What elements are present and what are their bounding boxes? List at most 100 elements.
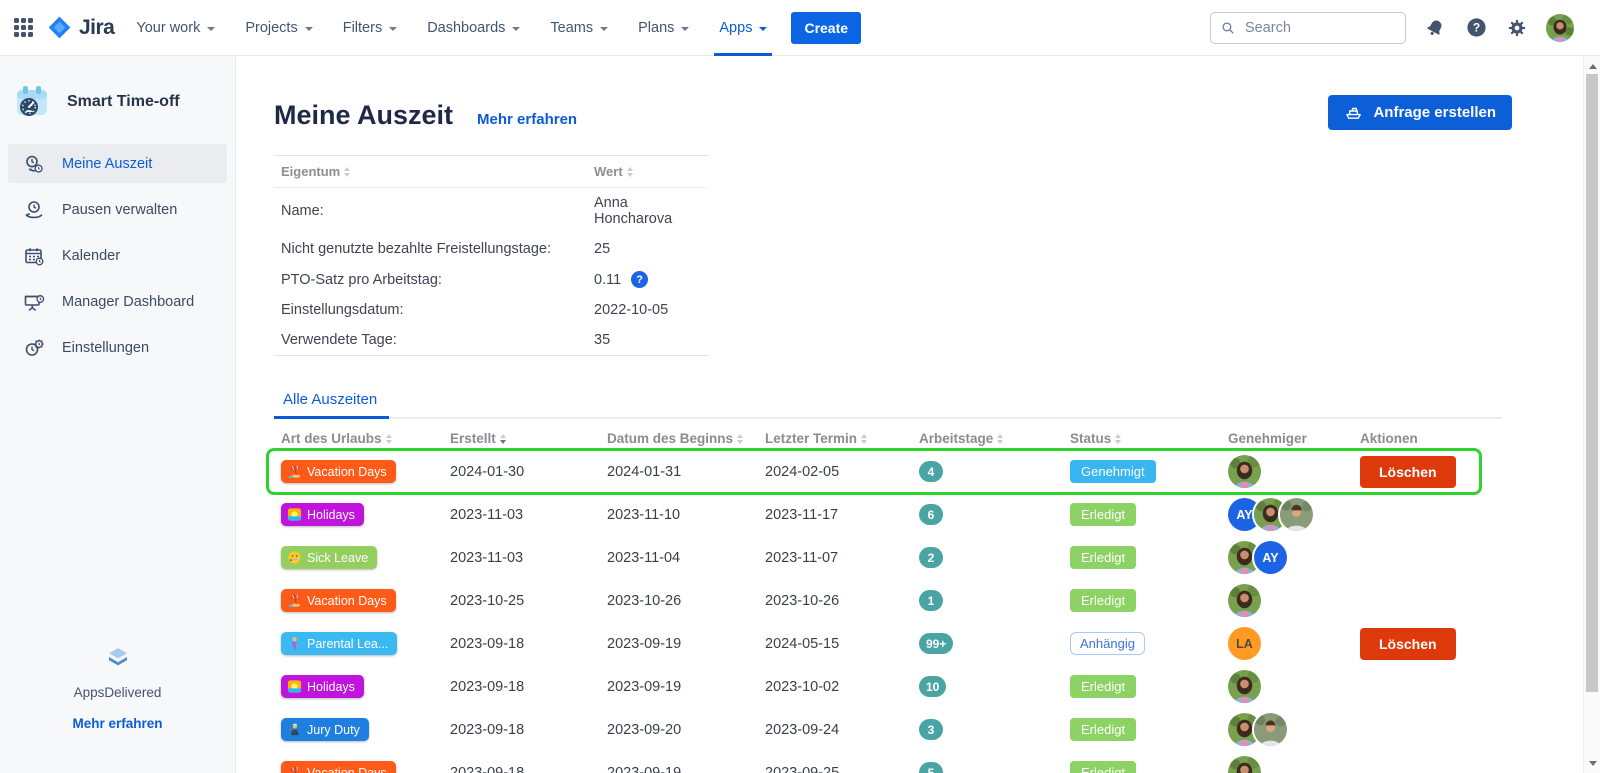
nav-item-projects[interactable]: Projects bbox=[245, 0, 312, 56]
nav-item-plans[interactable]: Plans bbox=[638, 0, 689, 56]
gear-icon[interactable] bbox=[1505, 16, 1529, 40]
help-icon[interactable]: ? bbox=[1464, 16, 1488, 40]
workdays-badge: 3 bbox=[919, 719, 943, 740]
leave-type-badge[interactable]: Vacation Days bbox=[281, 460, 396, 483]
sort-icon[interactable] bbox=[627, 167, 633, 177]
sidebar-item-label: Einstellungen bbox=[62, 340, 149, 356]
jira-logo-icon bbox=[47, 15, 72, 40]
calendar-clock-icon bbox=[22, 244, 45, 267]
sort-icon[interactable] bbox=[997, 434, 1003, 444]
leave-type-badge[interactable]: Holidays bbox=[281, 503, 364, 526]
sort-icon[interactable] bbox=[1115, 434, 1121, 444]
tab-bar: Alle Auszeiten bbox=[274, 386, 1502, 419]
column-header-datum-des-beginns[interactable]: Datum des Beginns bbox=[607, 431, 765, 446]
end-date-cell: 2023-09-25 bbox=[765, 765, 919, 773]
nav-item-teams[interactable]: Teams bbox=[550, 0, 608, 56]
main-content: Meine Auszeit Mehr erfahren Anfrage erst… bbox=[236, 56, 1600, 773]
create-request-button[interactable]: Anfrage erstellen bbox=[1328, 95, 1512, 130]
sidebar-item-meine-auszeit[interactable]: Meine Auszeit bbox=[8, 144, 227, 183]
nav-item-apps[interactable]: Apps bbox=[719, 0, 767, 56]
sort-icon[interactable] bbox=[344, 167, 350, 177]
sidebar-item-kalender[interactable]: Kalender bbox=[8, 236, 227, 275]
jira-logo[interactable]: Jira bbox=[47, 15, 114, 40]
pto-help-icon[interactable]: ? bbox=[631, 271, 648, 288]
chevron-down-icon bbox=[389, 27, 397, 31]
property-row: Nicht genutzte bezahlte Freistellungstag… bbox=[274, 234, 708, 264]
learn-more-link[interactable]: Mehr erfahren bbox=[477, 111, 577, 128]
sort-icon[interactable] bbox=[386, 434, 392, 444]
approver-avatars: AY bbox=[1228, 498, 1360, 531]
sort-icon[interactable] bbox=[500, 434, 506, 444]
table-row: Vacation Days 2023-09-18 2023-09-19 2023… bbox=[274, 751, 1502, 773]
chevron-down-icon bbox=[681, 27, 689, 31]
nav-item-your-work[interactable]: Your work bbox=[136, 0, 215, 56]
scrollbar-up-arrow[interactable] bbox=[1584, 58, 1600, 74]
status-badge: Erledigt bbox=[1070, 589, 1136, 612]
notifications-bell-icon[interactable] bbox=[1423, 16, 1447, 40]
workdays-badge: 99+ bbox=[919, 633, 953, 654]
avatar-photo[interactable] bbox=[1228, 584, 1261, 617]
leave-type-badge[interactable]: Jury Duty bbox=[281, 718, 369, 741]
leave-type-badge[interactable]: Holidays bbox=[281, 675, 364, 698]
start-date-cell: 2023-11-04 bbox=[607, 550, 765, 566]
search-input[interactable] bbox=[1243, 19, 1395, 37]
sidebar-learn-more-link[interactable]: Mehr erfahren bbox=[72, 716, 162, 731]
nav-item-dashboards[interactable]: Dashboards bbox=[427, 0, 520, 56]
properties-header-wert[interactable]: Wert bbox=[594, 164, 708, 179]
end-date-cell: 2024-02-05 bbox=[765, 464, 919, 480]
column-header-erstellt[interactable]: Erstellt bbox=[450, 431, 607, 446]
approver-avatars bbox=[1228, 756, 1360, 773]
leave-type-badge[interactable]: Parental Lea... bbox=[281, 632, 397, 655]
hand-clock-icon bbox=[22, 198, 45, 221]
column-header-arbeitstage[interactable]: Arbeitstage bbox=[919, 431, 1070, 446]
properties-table: Eigentum Wert Name: Anna Honcharova Nich… bbox=[274, 155, 708, 356]
user-avatar[interactable] bbox=[1546, 14, 1574, 42]
avatar-photo[interactable] bbox=[1228, 756, 1261, 773]
column-header-art-des-urlaubs[interactable]: Art des Urlaubs bbox=[281, 431, 450, 446]
sort-icon[interactable] bbox=[861, 434, 867, 444]
property-label: Nicht genutzte bezahlte Freistellungstag… bbox=[281, 241, 594, 257]
app-grid-icon[interactable] bbox=[14, 18, 33, 37]
avatar-photo[interactable] bbox=[1228, 455, 1261, 488]
property-label: Verwendete Tage: bbox=[281, 332, 594, 348]
tab-alle-auszeiten[interactable]: Alle Auszeiten bbox=[274, 386, 389, 419]
time-exchange-icon bbox=[22, 152, 45, 175]
avatar-initials[interactable]: LA bbox=[1228, 627, 1261, 660]
scrollbar-thumb[interactable] bbox=[1586, 74, 1598, 692]
status-badge: Erledigt bbox=[1070, 546, 1136, 569]
avatar-photo[interactable] bbox=[1228, 670, 1261, 703]
table-row: Holidays 2023-11-03 2023-11-10 2023-11-1… bbox=[274, 493, 1502, 536]
column-header-status[interactable]: Status bbox=[1070, 431, 1228, 446]
sort-icon[interactable] bbox=[737, 434, 743, 444]
created-cell: 2023-09-18 bbox=[450, 765, 607, 773]
appsdelivered-icon bbox=[105, 645, 131, 671]
create-button[interactable]: Create bbox=[791, 12, 861, 44]
settings-clocks-icon bbox=[22, 336, 45, 359]
delete-button[interactable]: Löschen bbox=[1360, 456, 1456, 488]
leave-type-badge[interactable]: Vacation Days bbox=[281, 761, 396, 773]
sidebar-item-pausen-verwalten[interactable]: Pausen verwalten bbox=[8, 190, 227, 229]
end-date-cell: 2024-05-15 bbox=[765, 636, 919, 652]
leave-type-badge[interactable]: Sick Leave bbox=[281, 546, 377, 569]
table-row: Vacation Days 2024-01-30 2024-01-31 2024… bbox=[274, 450, 1502, 493]
delete-button[interactable]: Löschen bbox=[1360, 628, 1456, 660]
vertical-scrollbar[interactable] bbox=[1583, 56, 1600, 773]
column-header-letzter-termin[interactable]: Letzter Termin bbox=[765, 431, 919, 446]
sidebar-item-manager-dashboard[interactable]: Manager Dashboard bbox=[8, 282, 227, 321]
properties-header-eigentum[interactable]: Eigentum bbox=[281, 164, 594, 179]
nav-menu: Your work Projects Filters Dashboards Te… bbox=[136, 0, 767, 56]
nav-item-filters[interactable]: Filters bbox=[343, 0, 397, 56]
table-row: Jury Duty 2023-09-18 2023-09-20 2023-09-… bbox=[274, 708, 1502, 751]
avatar-initials[interactable]: AY bbox=[1254, 541, 1287, 574]
leave-type-badge[interactable]: Vacation Days bbox=[281, 589, 396, 612]
scrollbar-down-arrow[interactable] bbox=[1584, 755, 1600, 771]
search-box[interactable] bbox=[1210, 12, 1406, 44]
sidebar-item-einstellungen[interactable]: Einstellungen bbox=[8, 328, 227, 367]
chevron-down-icon bbox=[305, 27, 313, 31]
property-row: PTO-Satz pro Arbeitstag: 0.11 ? bbox=[274, 264, 708, 295]
avatar-photo[interactable] bbox=[1280, 498, 1313, 531]
avatar-photo[interactable] bbox=[1254, 713, 1287, 746]
sunrise-icon bbox=[287, 507, 302, 522]
status-badge: Genehmigt bbox=[1070, 460, 1156, 483]
start-date-cell: 2024-01-31 bbox=[607, 464, 765, 480]
